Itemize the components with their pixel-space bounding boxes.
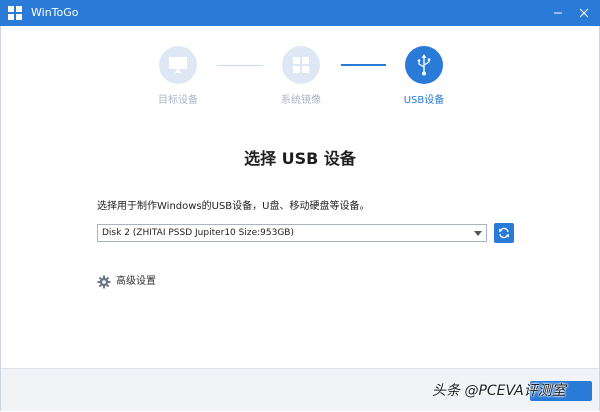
close-icon: [579, 8, 589, 18]
window-title: WinToGo: [31, 6, 79, 19]
windows-logo-icon: [293, 57, 309, 73]
advanced-settings-link[interactable]: 高级设置: [97, 274, 156, 290]
instruction-text: 选择用于制作Windows的USB设备，U盘、移动硬盘等设备。: [97, 201, 370, 212]
close-button[interactable]: [574, 0, 594, 26]
title-bar: WinToGo: [0, 0, 600, 26]
advanced-settings-label: 高级设置: [116, 276, 156, 287]
step-connector-active: [341, 64, 386, 66]
step-label: USB设备: [403, 95, 445, 106]
refresh-icon: [499, 227, 509, 239]
device-select[interactable]: Disk 2 (ZHITAI PSSD Jupiter10 Size:953GB…: [97, 224, 487, 242]
watermark-text: 头条 @PCEVA评测室: [432, 383, 566, 399]
step-circle: [405, 46, 443, 84]
page-title: 选择 USB 设备: [244, 149, 356, 168]
step-system-image: 系统镜像: [261, 44, 341, 114]
step-circle: [282, 46, 320, 84]
device-select-value: Disk 2 (ZHITAI PSSD Jupiter10 Size:953GB…: [102, 228, 294, 238]
gear-icon: [97, 275, 111, 289]
step-usb-device: USB设备: [384, 44, 464, 114]
step-target-device: 目标设备: [138, 44, 218, 114]
minimize-button[interactable]: [548, 0, 568, 26]
chevron-down-icon: [474, 231, 482, 236]
app-logo-icon: [8, 6, 22, 20]
step-connector: [217, 65, 263, 66]
step-label: 系统镜像: [281, 95, 321, 106]
monitor-icon: [169, 57, 187, 73]
step-label: 目标设备: [158, 95, 198, 106]
refresh-button[interactable]: [494, 223, 514, 243]
step-circle: [159, 46, 197, 84]
minimize-icon: [554, 12, 562, 14]
usb-icon: [417, 54, 431, 76]
